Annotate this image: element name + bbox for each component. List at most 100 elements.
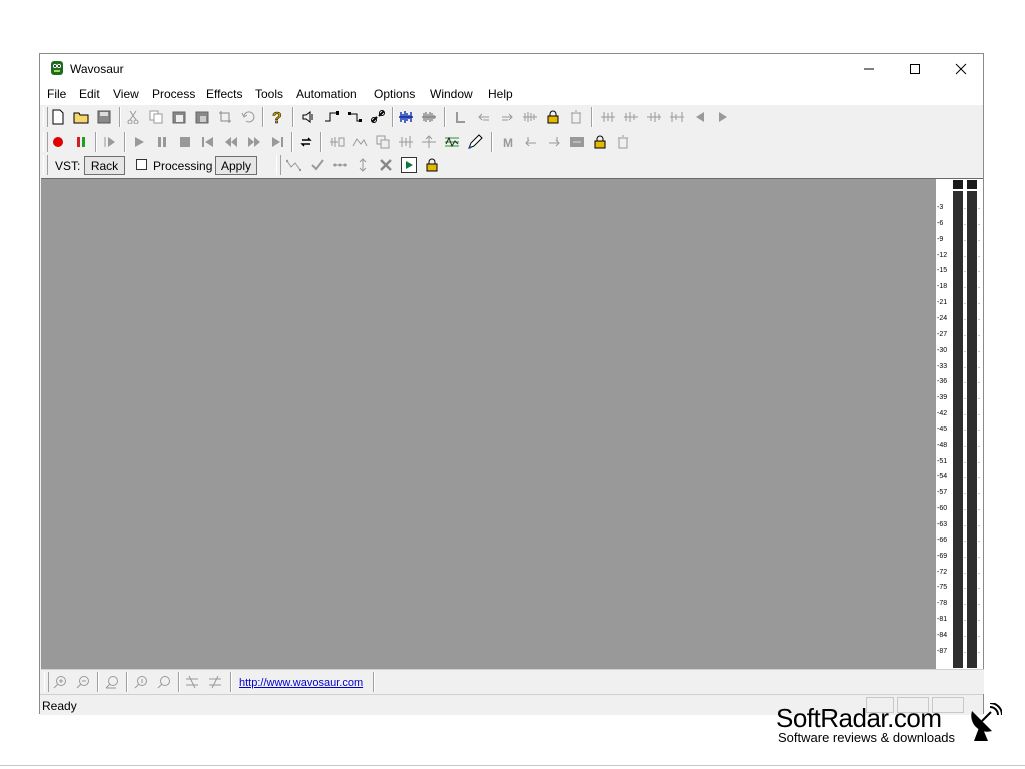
- chain-button[interactable]: [370, 109, 386, 125]
- waveform-gray-button[interactable]: [421, 109, 437, 125]
- undo-button[interactable]: [240, 109, 256, 125]
- pause-button[interactable]: [154, 134, 170, 150]
- new-file-icon: [52, 109, 64, 125]
- menu-view[interactable]: View: [113, 87, 139, 101]
- paste-mix-button[interactable]: [194, 109, 210, 125]
- route-icon: [325, 111, 339, 122]
- menu-automation[interactable]: Automation: [296, 87, 357, 101]
- open-file-button[interactable]: [73, 109, 89, 125]
- marker-start-icon: [456, 112, 465, 123]
- apply-button[interactable]: Apply: [215, 156, 257, 175]
- region-button-2[interactable]: [623, 109, 639, 125]
- pencil-button[interactable]: [467, 134, 483, 150]
- menu-help[interactable]: Help: [488, 87, 513, 101]
- crop-button[interactable]: [217, 109, 233, 125]
- meter-tick-mark: [964, 445, 966, 447]
- zoom-out-button[interactable]: [75, 674, 91, 690]
- zoom-in-button[interactable]: [52, 674, 68, 690]
- normalize-button[interactable]: [421, 134, 437, 150]
- loop-button[interactable]: [298, 134, 314, 150]
- automation-play-button[interactable]: [401, 157, 417, 173]
- toolbar-grip[interactable]: [43, 155, 48, 175]
- envelope-button[interactable]: [352, 134, 368, 150]
- close-button[interactable]: [938, 54, 984, 83]
- toolbar-grip[interactable]: [276, 155, 281, 175]
- automation-points-button[interactable]: [332, 157, 348, 173]
- link-button[interactable]: [347, 109, 363, 125]
- play-button[interactable]: [131, 134, 147, 150]
- help-button[interactable]: ?: [269, 109, 285, 125]
- move-right-button[interactable]: [499, 109, 515, 125]
- record-pause-button[interactable]: [73, 134, 89, 150]
- next-region-button[interactable]: [715, 109, 731, 125]
- automation-apply-button[interactable]: [309, 157, 325, 173]
- processing-checkbox[interactable]: [136, 159, 147, 170]
- meter-tick-mark: [978, 509, 980, 511]
- marker-start-button[interactable]: [453, 109, 469, 125]
- save-button[interactable]: [96, 109, 112, 125]
- automation-lock-button[interactable]: [424, 157, 440, 173]
- meter-tick-mark: [978, 398, 980, 400]
- copy-button[interactable]: [148, 109, 164, 125]
- menu-edit[interactable]: Edit: [79, 87, 100, 101]
- copy-region-button[interactable]: [375, 134, 391, 150]
- new-file-button[interactable]: [50, 109, 66, 125]
- softradar-watermark: SoftRadar.com Software reviews & downloa…: [776, 703, 1006, 749]
- website-link[interactable]: http://www.wavosaur.com: [239, 677, 363, 689]
- marker-right-button[interactable]: [546, 134, 562, 150]
- zoom-selection-button[interactable]: [184, 674, 200, 690]
- delete-region-button[interactable]: [615, 134, 631, 150]
- toolbar-grip[interactable]: [43, 107, 48, 127]
- wave-edit-button[interactable]: [398, 134, 414, 150]
- cut-button[interactable]: [125, 109, 141, 125]
- automation-curve-button[interactable]: [286, 157, 302, 173]
- automation-vertical-button[interactable]: [355, 157, 371, 173]
- menu-tools[interactable]: Tools: [255, 87, 283, 101]
- go-start-button[interactable]: [200, 134, 216, 150]
- marker-m-button[interactable]: M: [500, 134, 516, 150]
- lock-markers-button[interactable]: [545, 109, 561, 125]
- volume-button[interactable]: [300, 109, 316, 125]
- fast-forward-button[interactable]: [246, 134, 262, 150]
- insert-button[interactable]: [329, 134, 345, 150]
- region-button-3[interactable]: [646, 109, 662, 125]
- region-button-4[interactable]: [669, 109, 685, 125]
- prev-region-button[interactable]: [692, 109, 708, 125]
- vertical-zoom-out-button[interactable]: [156, 674, 172, 690]
- triangle-left-icon: [696, 112, 704, 122]
- meter-tick-label: -30: [937, 346, 948, 354]
- marker-region-button[interactable]: [569, 134, 585, 150]
- automation-delete-button[interactable]: [378, 157, 394, 173]
- region-button-1[interactable]: [600, 109, 616, 125]
- lock-region-button[interactable]: [592, 134, 608, 150]
- menu-effects[interactable]: Effects: [206, 87, 242, 101]
- record-button[interactable]: [50, 134, 66, 150]
- menu-options[interactable]: Options: [374, 87, 415, 101]
- marker-left-button[interactable]: [523, 134, 539, 150]
- paste-button[interactable]: [171, 109, 187, 125]
- wave-edit-icon: [399, 136, 413, 148]
- menu-window[interactable]: Window: [430, 87, 473, 101]
- toolbar-grip[interactable]: [44, 672, 49, 692]
- zoom-reset-button[interactable]: [207, 674, 223, 690]
- meter-tick-label: -33: [937, 362, 948, 370]
- menu-process[interactable]: Process: [152, 87, 195, 101]
- go-end-button[interactable]: [269, 134, 285, 150]
- marker-wave-button[interactable]: [522, 109, 538, 125]
- maximize-button[interactable]: [892, 54, 938, 83]
- rewind-button[interactable]: [223, 134, 239, 150]
- vertical-zoom-in-button[interactable]: [133, 674, 149, 690]
- delete-markers-button[interactable]: [568, 109, 584, 125]
- bypass-button[interactable]: [324, 109, 340, 125]
- zoom-full-button[interactable]: [104, 674, 120, 690]
- play-from-start-button[interactable]: [102, 134, 118, 150]
- stop-button[interactable]: [177, 134, 193, 150]
- menu-file[interactable]: File: [47, 87, 66, 101]
- rack-button[interactable]: Rack: [84, 156, 125, 175]
- workspace-area[interactable]: [41, 178, 936, 669]
- toolbar-grip[interactable]: [43, 132, 48, 152]
- waveform-blue-button[interactable]: [398, 109, 414, 125]
- minimize-button[interactable]: [846, 54, 892, 83]
- move-left-button[interactable]: [476, 109, 492, 125]
- grid-edit-button[interactable]: [444, 134, 460, 150]
